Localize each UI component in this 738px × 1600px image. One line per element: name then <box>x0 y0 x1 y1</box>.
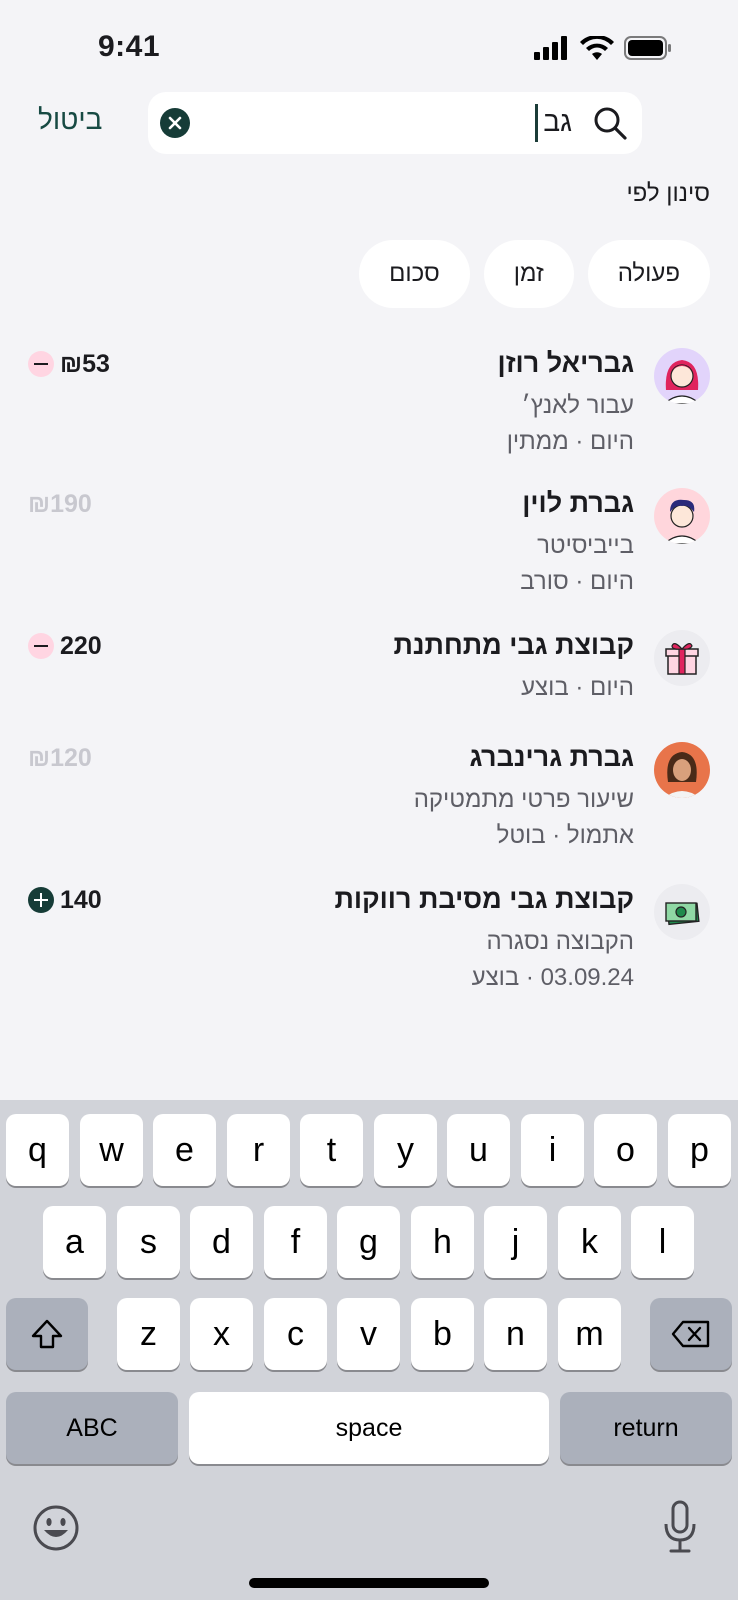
key-v[interactable]: v <box>337 1298 400 1370</box>
filter-chip-time[interactable]: זמן <box>483 240 574 308</box>
key-r[interactable]: r <box>227 1114 290 1186</box>
transaction-description: שיעור פרטי מתמטיקה <box>413 786 634 813</box>
filter-chips: פעולה זמן סכום <box>359 240 710 308</box>
transaction-meta: 03.09.24 · בוצע <box>471 964 634 991</box>
return-key[interactable]: return <box>560 1392 732 1464</box>
plus-icon <box>28 887 54 913</box>
transaction-amount: ₪53 <box>60 350 110 378</box>
key-t[interactable]: t <box>300 1114 363 1186</box>
transaction-amount: ₪120 <box>28 744 92 772</box>
transaction-meta: היום · ממתין <box>506 428 634 455</box>
key-p[interactable]: p <box>668 1114 731 1186</box>
transaction-meta: אתמול · בוטל <box>496 822 634 849</box>
emoji-key[interactable] <box>32 1504 80 1557</box>
key-k[interactable]: k <box>558 1206 621 1278</box>
wifi-icon <box>580 36 614 60</box>
microphone-icon <box>664 1500 696 1553</box>
dictation-key[interactable] <box>662 1500 698 1559</box>
transaction-description: עבור לאנץ׳ <box>521 392 635 419</box>
transaction-meta: היום · סורב <box>520 568 634 595</box>
shift-key[interactable] <box>6 1298 88 1370</box>
minus-icon <box>28 351 54 377</box>
transaction-title: גברת לוין <box>522 488 634 518</box>
minus-icon <box>28 633 54 659</box>
key-s[interactable]: s <box>117 1206 180 1278</box>
transaction-meta: היום · בוצע <box>521 674 634 701</box>
key-n[interactable]: n <box>484 1298 547 1370</box>
clear-search-button[interactable] <box>160 108 190 138</box>
key-o[interactable]: o <box>594 1114 657 1186</box>
filter-label: סינון לפי <box>626 180 710 207</box>
emoji-icon <box>33 1505 79 1551</box>
transaction-description: בייביסיטר <box>537 532 634 559</box>
filter-chip-action[interactable]: פעולה <box>587 240 710 308</box>
key-e[interactable]: e <box>153 1114 216 1186</box>
woman-red-hair-avatar <box>654 348 710 404</box>
abc-key[interactable]: ABC <box>6 1392 178 1464</box>
transaction-amount: ₪190 <box>28 490 92 518</box>
key-d[interactable]: d <box>190 1206 253 1278</box>
space-key[interactable]: space <box>189 1392 549 1464</box>
gift-icon <box>654 630 710 686</box>
key-x[interactable]: x <box>190 1298 253 1370</box>
key-h[interactable]: h <box>411 1206 474 1278</box>
backspace-icon <box>671 1320 710 1348</box>
transaction-title: גברת גרינברג <box>469 742 634 772</box>
woman-photo-avatar <box>654 742 710 798</box>
search-query: גב <box>543 106 572 137</box>
key-w[interactable]: w <box>80 1114 143 1186</box>
key-i[interactable]: i <box>521 1114 584 1186</box>
cancel-button[interactable]: ביטול <box>38 104 102 136</box>
battery-icon <box>624 36 671 60</box>
search-icon <box>592 105 628 146</box>
key-b[interactable]: b <box>411 1298 474 1370</box>
key-j[interactable]: j <box>484 1206 547 1278</box>
text-caret <box>535 104 538 142</box>
transaction-title: קבוצת גבי מסיבת רווקות <box>334 884 634 914</box>
key-y[interactable]: y <box>374 1114 437 1186</box>
filter-chip-amount[interactable]: סכום <box>359 240 470 308</box>
man-dark-hair-avatar <box>654 488 710 544</box>
key-z[interactable]: z <box>117 1298 180 1370</box>
transaction-description: הקבוצה נסגרה <box>486 928 634 955</box>
money-icon <box>654 884 710 940</box>
key-a[interactable]: a <box>43 1206 106 1278</box>
status-time: 9:41 <box>98 30 161 63</box>
key-f[interactable]: f <box>264 1206 327 1278</box>
shift-arrow-icon <box>31 1319 63 1349</box>
search-input[interactable]: גב <box>148 92 642 154</box>
key-l[interactable]: l <box>631 1206 694 1278</box>
close-icon <box>168 116 182 130</box>
key-c[interactable]: c <box>264 1298 327 1370</box>
transaction-title: קבוצת גבי מתחתנת <box>393 630 634 660</box>
transaction-title: גבריאל רוזן <box>497 348 634 378</box>
transaction-amount: 220 <box>60 632 102 660</box>
key-g[interactable]: g <box>337 1206 400 1278</box>
home-indicator <box>249 1578 489 1588</box>
transaction-amount: 140 <box>60 886 102 914</box>
cellular-signal-icon <box>534 36 567 60</box>
key-u[interactable]: u <box>447 1114 510 1186</box>
key-m[interactable]: m <box>558 1298 621 1370</box>
delete-key[interactable] <box>650 1298 732 1370</box>
key-q[interactable]: q <box>6 1114 69 1186</box>
keyboard: q w e r t y u i o p a s d f g h j k l z … <box>0 1100 738 1600</box>
status-icons <box>534 36 672 60</box>
